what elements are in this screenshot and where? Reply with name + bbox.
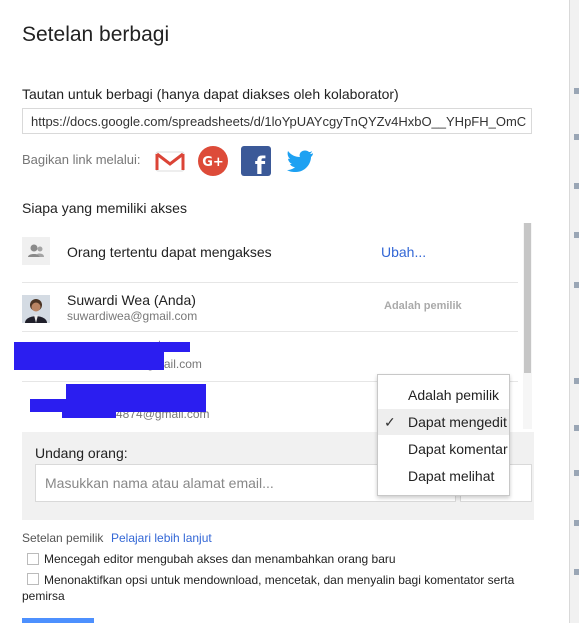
facebook-icon[interactable]: f [240, 145, 272, 180]
menu-item-can-comment[interactable]: Dapat komentar [378, 436, 509, 462]
background-mark [574, 470, 579, 476]
redacted-block [62, 409, 116, 418]
background-mark [574, 183, 579, 189]
check-icon: ✓ [384, 414, 396, 430]
background-mark [574, 282, 579, 288]
background-mark [574, 520, 579, 526]
menu-item-can-view[interactable]: Dapat melihat [378, 463, 509, 489]
background-mark [574, 134, 579, 140]
background-mark [574, 425, 579, 431]
prevent-editors-checkbox[interactable] [27, 553, 39, 565]
background-mark [574, 88, 579, 94]
share-link-label: Tautan untuk berbagi (hanya dapat diakse… [22, 86, 399, 102]
twitter-icon[interactable] [284, 145, 316, 177]
svg-text:G+: G+ [202, 155, 224, 170]
disable-download-label: Menonaktifkan opsi untuk mendownload, me… [44, 573, 515, 587]
menu-item-can-edit[interactable]: ✓ Dapat mengedit [378, 409, 509, 435]
google-plus-icon[interactable]: G+ [197, 145, 229, 177]
general-access-label: Orang tertentu dapat mengakses [67, 244, 272, 260]
person-email: suwardiwea@gmail.com [67, 309, 198, 323]
invite-label: Undang orang: [35, 445, 128, 461]
menu-item-label: Dapat mengedit [408, 414, 507, 430]
menu-item-owner[interactable]: Adalah pemilik [378, 382, 509, 408]
person-row-owner: Suwardi Wea (Anda) suwardiwea@gmail.com … [22, 283, 518, 332]
avatar [22, 295, 50, 323]
general-access-row: Orang tertentu dapat mengakses Ubah... [22, 223, 518, 283]
background-mark [574, 378, 579, 384]
disable-download-checkbox[interactable] [27, 573, 39, 585]
redacted-block [60, 358, 133, 370]
share-link-field[interactable]: https://docs.google.com/spreadsheets/d/1… [22, 108, 532, 134]
gmail-icon[interactable] [154, 145, 186, 177]
person-name: Suwardi Wea (Anda) [67, 292, 196, 308]
redacted-block [30, 399, 206, 412]
sharing-settings-dialog: Setelan berbagi Tautan untuk berbagi (ha… [0, 0, 568, 623]
learn-more-link[interactable]: Pelajari lebih lanjut [111, 531, 212, 545]
people-icon [22, 237, 50, 265]
permission-menu: Adalah pemilik ✓ Dapat mengedit Dapat ko… [377, 374, 510, 496]
background-mark [574, 232, 579, 238]
disable-download-label-cont: pemirsa [22, 589, 65, 603]
owner-role-label: Adalah pemilik [384, 300, 462, 312]
access-list-scroll-thumb[interactable] [524, 223, 531, 373]
dialog-title: Setelan berbagi [22, 23, 170, 46]
share-via-label: Bagikan link melalui: [22, 152, 141, 167]
redacted-block [164, 342, 190, 352]
redacted-block [66, 384, 206, 399]
change-access-link[interactable]: Ubah... [381, 244, 426, 260]
svg-text:f: f [255, 152, 266, 177]
background-mark [574, 569, 579, 575]
prevent-editors-label: Mencegah editor mengubah akses dan menam… [44, 552, 396, 566]
access-section-title: Siapa yang memiliki akses [22, 200, 187, 216]
background-page-strip [569, 0, 579, 623]
owner-settings-label: Setelan pemilik [22, 531, 104, 545]
done-button[interactable] [22, 618, 94, 623]
